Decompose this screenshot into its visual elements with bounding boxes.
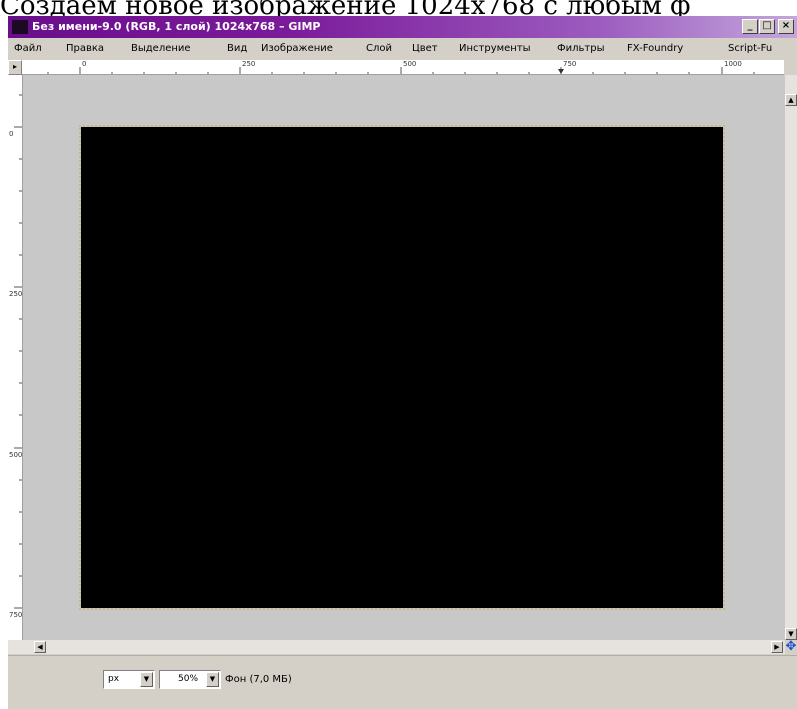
ruler-label: 500	[9, 451, 23, 459]
ruler-label: 750	[9, 611, 23, 619]
close-button[interactable]: ×	[778, 19, 794, 34]
menu-file[interactable]: Файл	[14, 38, 42, 59]
menu-select[interactable]: Выделение	[131, 38, 191, 59]
zoom-value: 50%	[178, 674, 199, 684]
menu-view[interactable]: Вид	[227, 38, 247, 59]
ruler-ticks-left	[14, 94, 22, 609]
minimize-button[interactable]: _	[742, 19, 758, 34]
menu-tools[interactable]: Инструменты	[459, 38, 531, 59]
canvas-area[interactable]	[23, 75, 785, 640]
unit-select[interactable]: px ▼	[103, 670, 155, 689]
unit-value: px	[108, 674, 120, 684]
ruler-label: 0	[9, 130, 14, 138]
title-bar[interactable]: Без имени-9.0 (RGB, 1 слой) 1024x768 – G…	[8, 16, 797, 38]
scroll-up-button[interactable]: ▲	[785, 94, 797, 106]
menu-image[interactable]: Изображение	[261, 38, 333, 59]
menu-script-fu[interactable]: Script-Fu	[728, 38, 772, 59]
menu-bar: Файл Правка Выделение Вид Изображение Сл…	[8, 38, 797, 59]
ruler-label: 250	[9, 290, 23, 298]
menu-filters[interactable]: Фильтры	[557, 38, 604, 59]
window-title: Без имени-9.0 (RGB, 1 слой) 1024x768 – G…	[32, 20, 321, 33]
menu-colors[interactable]: Цвет	[412, 38, 438, 59]
menu-fx-foundry[interactable]: FX-Foundry	[627, 38, 683, 59]
vertical-scrollbar[interactable]: ▲ ▼	[785, 75, 797, 640]
chevron-down-icon[interactable]: ▼	[140, 672, 153, 687]
horizontal-ruler[interactable]: 0 250 500 750 1000	[22, 60, 784, 75]
image-canvas[interactable]	[79, 125, 725, 610]
layer-status: Фон (7,0 МБ)	[225, 674, 292, 685]
menu-edit[interactable]: Правка	[66, 38, 104, 59]
ruler-label: 750	[563, 60, 577, 68]
app-icon	[12, 20, 28, 34]
menu-layer[interactable]: Слой	[366, 38, 392, 59]
maximize-button[interactable]: □	[759, 19, 775, 34]
gimp-window: Без имени-9.0 (RGB, 1 слой) 1024x768 – G…	[8, 16, 797, 709]
ruler-label: 1000	[724, 60, 742, 68]
scroll-right-button[interactable]: ▶	[771, 641, 783, 653]
ruler-label: 0	[82, 60, 87, 68]
ruler-label: 500	[403, 60, 417, 68]
quick-mask-icon[interactable]: ▸	[8, 60, 22, 75]
zoom-select[interactable]: 50% ▼	[159, 670, 221, 689]
chevron-down-icon[interactable]: ▼	[206, 672, 219, 687]
vertical-ruler[interactable]: 0 250 500 750	[8, 75, 23, 640]
scroll-left-button[interactable]: ◀	[34, 641, 46, 653]
ruler-label: 250	[242, 60, 256, 68]
status-bar: px ▼ 50% ▼ Фон (7,0 МБ)	[8, 655, 797, 709]
horizontal-scrollbar[interactable]: ◀ ▶	[8, 640, 785, 654]
navigate-icon[interactable]: ✥	[785, 640, 797, 654]
